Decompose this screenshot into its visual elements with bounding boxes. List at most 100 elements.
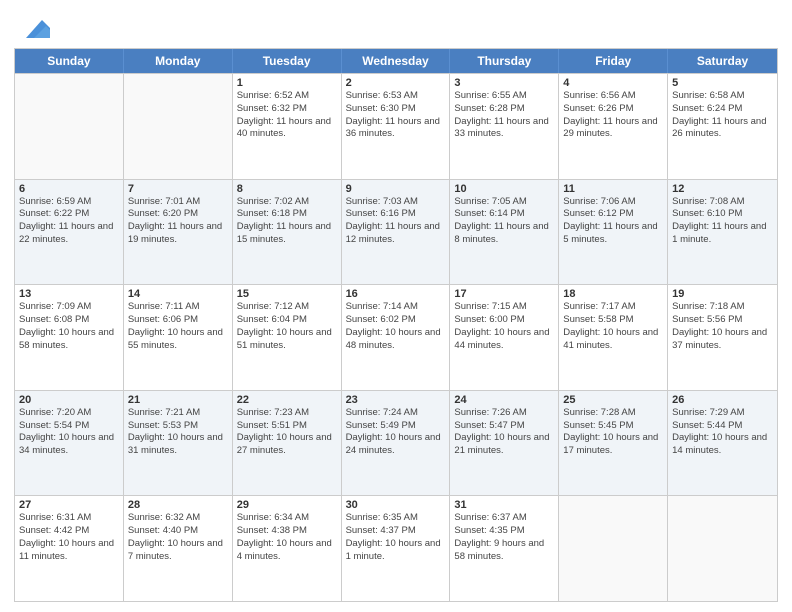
daylight-text: Daylight: 11 hours and 29 minutes. [563,116,663,142]
cal-cell-week5-day4: 30Sunrise: 6:35 AMSunset: 4:37 PMDayligh… [342,496,451,601]
daylight-text: Daylight: 11 hours and 15 minutes. [237,221,337,247]
cal-cell-week1-day2 [124,74,233,179]
day-number: 25 [563,394,663,406]
day-number: 5 [672,77,773,89]
day-number: 26 [672,394,773,406]
cal-cell-week2-day7: 12Sunrise: 7:08 AMSunset: 6:10 PMDayligh… [668,180,777,285]
daylight-text: Daylight: 10 hours and 51 minutes. [237,327,337,353]
cal-cell-week1-day5: 3Sunrise: 6:55 AMSunset: 6:28 PMDaylight… [450,74,559,179]
cal-cell-week3-day3: 15Sunrise: 7:12 AMSunset: 6:04 PMDayligh… [233,285,342,390]
day-number: 20 [19,394,119,406]
sunset-text: Sunset: 5:49 PM [346,420,446,433]
week-row-2: 6Sunrise: 6:59 AMSunset: 6:22 PMDaylight… [15,179,777,285]
daylight-text: Daylight: 10 hours and 24 minutes. [346,432,446,458]
cal-cell-week3-day6: 18Sunrise: 7:17 AMSunset: 5:58 PMDayligh… [559,285,668,390]
week-row-5: 27Sunrise: 6:31 AMSunset: 4:42 PM Dayligh… [15,495,777,601]
sunrise-text: Sunrise: 7:03 AM [346,196,446,209]
sunrise-text: Sunrise: 7:28 AM [563,407,663,420]
sunset-text: Sunset: 6:18 PM [237,208,337,221]
daylight-text: Daylight: 11 hours and 12 minutes. [346,221,446,247]
day-number: 15 [237,288,337,300]
sunset-text: Sunset: 6:20 PM [128,208,228,221]
sunset-text: Sunset: 6:08 PM [19,314,119,327]
cal-cell-week5-day6 [559,496,668,601]
sunrise-text: Sunrise: 7:21 AM [128,407,228,420]
header-cell-saturday: Saturday [668,49,777,73]
cal-cell-week4-day3: 22Sunrise: 7:23 AMSunset: 5:51 PMDayligh… [233,391,342,496]
day-number: 29 [237,499,337,511]
day-number: 10 [454,183,554,195]
calendar-body: 1Sunrise: 6:52 AMSunset: 6:32 PMDaylight… [15,73,777,601]
cal-cell-week3-day1: 13Sunrise: 7:09 AMSunset: 6:08 PMDayligh… [15,285,124,390]
day-number: 22 [237,394,337,406]
cal-cell-week2-day6: 11Sunrise: 7:06 AMSunset: 6:12 PMDayligh… [559,180,668,285]
sunrise-text: Sunrise: 7:06 AM [563,196,663,209]
day-number: 27 [19,499,119,511]
sunset-text: Sunset: 5:58 PM [563,314,663,327]
sunset-text: Sunset: 6:22 PM [19,208,119,221]
sunrise-text: Sunrise: 7:20 AM [19,407,119,420]
daylight-text: Daylight: 10 hours and 27 minutes. [237,432,337,458]
day-number: 17 [454,288,554,300]
cal-cell-week4-day2: 21Sunrise: 7:21 AMSunset: 5:53 PMDayligh… [124,391,233,496]
daylight-text: Daylight: 9 hours and 58 minutes. [454,538,554,564]
day-number: 28 [128,499,228,511]
cal-cell-week5-day3: 29Sunrise: 6:34 AMSunset: 4:38 PMDayligh… [233,496,342,601]
sunset-text: Sunset: 6:10 PM [672,208,773,221]
sunset-text: Sunset: 6:24 PM [672,103,773,116]
sunrise-text: Sunrise: 6:31 AM [19,512,119,525]
sunrise-text: Sunrise: 7:08 AM [672,196,773,209]
sunrise-text: Sunrise: 7:15 AM [454,301,554,314]
sunrise-text: Sunrise: 7:01 AM [128,196,228,209]
cal-cell-week2-day4: 9Sunrise: 7:03 AMSunset: 6:16 PMDaylight… [342,180,451,285]
cal-cell-week2-day2: 7Sunrise: 7:01 AMSunset: 6:20 PMDaylight… [124,180,233,285]
cal-cell-week5-day7 [668,496,777,601]
day-number: 7 [128,183,228,195]
sunrise-text: Sunrise: 6:55 AM [454,90,554,103]
day-number: 30 [346,499,446,511]
day-number: 12 [672,183,773,195]
sunrise-text: Sunrise: 6:52 AM [237,90,337,103]
page: SundayMondayTuesdayWednesdayThursdayFrid… [0,0,792,612]
sunset-text: Sunset: 6:26 PM [563,103,663,116]
sunset-text: Sunset: 4:42 PM [19,525,119,538]
daylight-text: Daylight: 10 hours and 7 minutes. [128,538,228,564]
daylight-text: Daylight: 10 hours and 31 minutes. [128,432,228,458]
sunset-text: Sunset: 5:44 PM [672,420,773,433]
header [14,10,778,42]
sunrise-text: Sunrise: 6:53 AM [346,90,446,103]
week-row-4: 20Sunrise: 7:20 AMSunset: 5:54 PMDayligh… [15,390,777,496]
sunset-text: Sunset: 6:14 PM [454,208,554,221]
sunset-text: Sunset: 5:53 PM [128,420,228,433]
week-row-3: 13Sunrise: 7:09 AMSunset: 6:08 PMDayligh… [15,284,777,390]
header-cell-thursday: Thursday [450,49,559,73]
sunset-text: Sunset: 4:38 PM [237,525,337,538]
cal-cell-week3-day5: 17Sunrise: 7:15 AMSunset: 6:00 PMDayligh… [450,285,559,390]
cal-cell-week3-day2: 14Sunrise: 7:11 AMSunset: 6:06 PMDayligh… [124,285,233,390]
cal-cell-week4-day4: 23Sunrise: 7:24 AMSunset: 5:49 PMDayligh… [342,391,451,496]
sunrise-text: Sunrise: 6:32 AM [128,512,228,525]
header-cell-monday: Monday [124,49,233,73]
daylight-text: Daylight: 10 hours and 14 minutes. [672,432,773,458]
day-number: 4 [563,77,663,89]
sunset-text: Sunset: 4:35 PM [454,525,554,538]
header-cell-friday: Friday [559,49,668,73]
day-number: 19 [672,288,773,300]
sunset-text: Sunset: 4:37 PM [346,525,446,538]
calendar-header-row: SundayMondayTuesdayWednesdayThursdayFrid… [15,49,777,73]
sunrise-text: Sunrise: 7:23 AM [237,407,337,420]
daylight-text: Daylight: 11 hours and 22 minutes. [19,221,119,247]
sunset-text: Sunset: 6:16 PM [346,208,446,221]
daylight-text: Daylight: 10 hours and 17 minutes. [563,432,663,458]
day-number: 23 [346,394,446,406]
sunset-text: Sunset: 6:02 PM [346,314,446,327]
cal-cell-week1-day6: 4Sunrise: 6:56 AMSunset: 6:26 PMDaylight… [559,74,668,179]
cal-cell-week1-day1 [15,74,124,179]
sunrise-text: Sunrise: 7:09 AM [19,301,119,314]
sunrise-text: Sunrise: 6:34 AM [237,512,337,525]
cal-cell-week2-day5: 10Sunrise: 7:05 AMSunset: 6:14 PMDayligh… [450,180,559,285]
sunset-text: Sunset: 6:28 PM [454,103,554,116]
sunrise-text: Sunrise: 6:58 AM [672,90,773,103]
cal-cell-week5-day2: 28Sunrise: 6:32 AMSunset: 4:40 PMDayligh… [124,496,233,601]
sunrise-text: Sunrise: 7:26 AM [454,407,554,420]
